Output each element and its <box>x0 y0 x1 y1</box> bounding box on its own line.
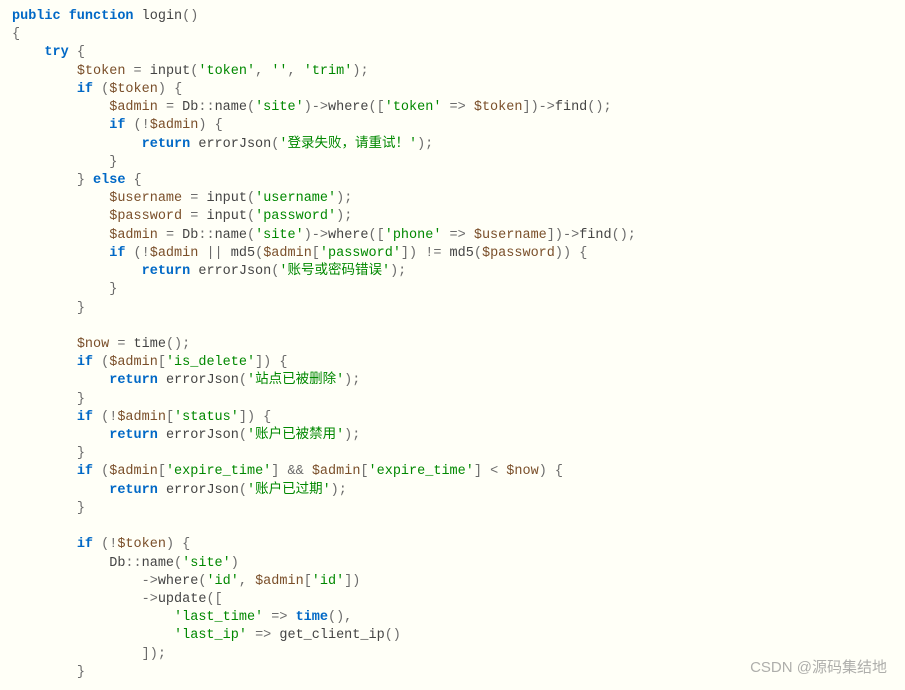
keyword-public-function: public function <box>12 9 134 24</box>
fn-name: login <box>142 9 183 24</box>
keyword-try: try <box>44 45 68 60</box>
var-token: $token <box>77 64 126 79</box>
code-block: public function login() { try { $token =… <box>12 8 893 682</box>
